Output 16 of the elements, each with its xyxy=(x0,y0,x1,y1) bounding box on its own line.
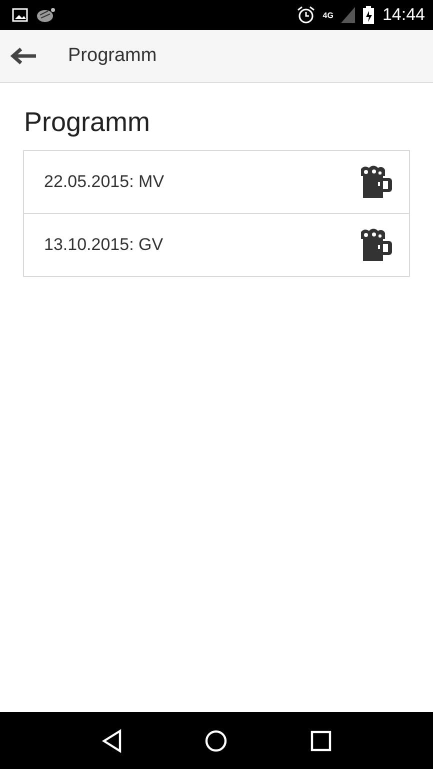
notification-icon xyxy=(36,7,56,23)
alarm-icon xyxy=(296,6,315,24)
recent-apps-button[interactable] xyxy=(310,730,332,752)
home-button[interactable] xyxy=(204,728,228,752)
back-nav-button[interactable] xyxy=(100,728,123,752)
page-heading: Programm xyxy=(24,107,152,138)
battery-charging-icon xyxy=(363,6,374,24)
event-item[interactable]: 13.10.2015: GV xyxy=(24,213,409,276)
beer-mug-icon xyxy=(359,165,393,199)
network-type: 4G xyxy=(322,10,334,20)
clock-time: 14:44 xyxy=(382,5,425,25)
signal-icon xyxy=(341,7,356,23)
event-item[interactable]: 22.05.2015: MV xyxy=(24,151,409,213)
image-icon xyxy=(12,8,28,22)
beer-mug-icon xyxy=(359,228,393,262)
toolbar-title: Programm xyxy=(68,45,157,67)
